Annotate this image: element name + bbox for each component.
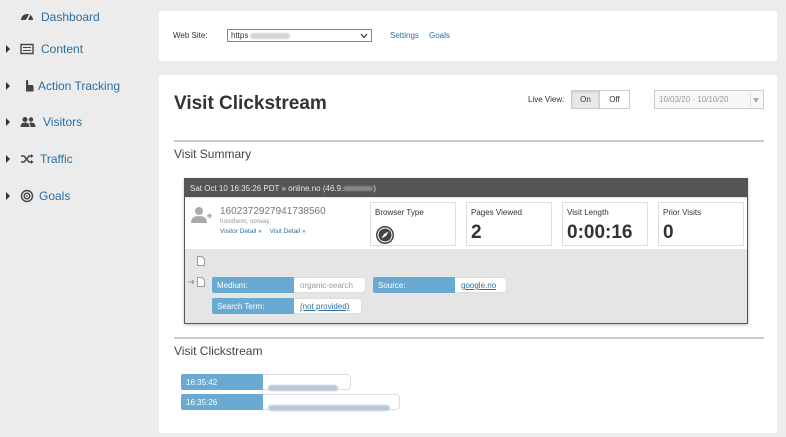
date-range-picker[interactable]: 10/03/20 - 10/10/20	[654, 90, 764, 109]
stat-value: 0:00:16	[567, 222, 633, 243]
website-select[interactable]: https	[227, 29, 372, 42]
sidebar-item-label: Traffic	[40, 152, 73, 166]
source-value-link[interactable]: google.no	[455, 277, 507, 293]
sidebar-item-label: Action Tracking	[38, 79, 121, 93]
sidebar-item-label: Dashboard	[41, 10, 100, 24]
website-value: https	[231, 31, 291, 40]
caret-right-icon	[6, 118, 10, 126]
date-range-value: 10/03/20 - 10/10/20	[659, 95, 729, 104]
users-icon	[20, 117, 36, 127]
chevron-down-icon	[750, 94, 761, 106]
medium-label: Medium:	[212, 277, 294, 293]
settings-link[interactable]: Settings	[390, 31, 419, 40]
caret-right-icon	[6, 82, 10, 90]
caret-right-icon	[6, 155, 10, 163]
website-selector-panel: Web Site: https Settings Goals	[159, 11, 777, 61]
clickstream-page-link[interactable]	[263, 394, 400, 411]
dashboard-icon	[21, 14, 33, 22]
add-user-icon	[191, 207, 212, 223]
session-header: Sat Oct 10 16:35:26 PDT » online.no (46.…	[185, 179, 747, 197]
session-visitor-row: 1602372927941738560 trondheim, norway Vi…	[185, 198, 747, 249]
clickstream-time: 16:35:42	[181, 374, 263, 390]
live-view-label: Live View:	[528, 95, 565, 104]
search-term-value-link[interactable]: (not provided)	[294, 298, 362, 314]
redacted-page-url	[268, 384, 338, 391]
visit-detail-link[interactable]: Visit Detail »	[270, 228, 306, 235]
divider	[174, 337, 764, 339]
website-label: Web Site:	[173, 31, 208, 40]
live-view-on-button[interactable]: On	[571, 90, 600, 109]
stat-label: Visit Length	[567, 208, 609, 217]
visitor-location: trondheim, norway	[220, 219, 270, 225]
visit-clickstream-heading: Visit Clickstream	[174, 344, 263, 358]
medium-value: organic-search	[294, 277, 366, 293]
session-card: Sat Oct 10 16:35:26 PDT » online.no (46.…	[184, 178, 748, 324]
caret-right-icon	[6, 192, 10, 200]
page-title: Visit Clickstream	[174, 93, 327, 114]
sidebar: Dashboard Content Action Tracking Visito…	[0, 0, 155, 437]
sidebar-item-label: Content	[41, 42, 84, 56]
stat-prior-visits: Prior Visits 0	[658, 202, 744, 246]
sidebar-item-label: Visitors	[43, 115, 83, 129]
search-term-label: Search Term:	[212, 298, 294, 314]
live-view-off-button[interactable]: Off	[599, 90, 630, 109]
redacted-page-url	[268, 404, 390, 411]
stat-value: 2	[471, 222, 482, 243]
stat-label: Pages Viewed	[471, 208, 522, 217]
stat-label: Prior Visits	[663, 208, 702, 217]
page-icon	[197, 256, 205, 266]
shuffle-icon	[21, 154, 34, 164]
target-icon	[20, 189, 34, 203]
caret-right-icon	[6, 45, 10, 53]
stat-value: 0	[663, 222, 674, 243]
visit-summary-heading: Visit Summary	[174, 147, 252, 161]
source-label: Source:	[373, 277, 455, 293]
stat-label: Browser Type	[375, 208, 424, 217]
stat-pages-viewed: Pages Viewed 2	[466, 202, 552, 246]
clickstream-time: 16:35:26	[181, 394, 263, 410]
stat-browser-type: Browser Type	[370, 202, 456, 246]
clickstream-page-link[interactable]	[263, 374, 351, 391]
stat-visit-length: Visit Length 0:00:16	[562, 202, 648, 246]
list-icon	[20, 43, 34, 55]
chevron-down-icon	[360, 33, 368, 38]
pointer-hand-icon	[26, 80, 34, 92]
sidebar-item-label: Goals	[39, 189, 71, 203]
visitor-links: Visitor Detail » Visit Detail »	[220, 228, 312, 235]
divider	[174, 140, 764, 142]
safari-compass-icon	[376, 226, 394, 244]
main-panel: Visit Clickstream Live View: On Off 10/0…	[159, 75, 777, 433]
visitor-id: 1602372927941738560	[220, 206, 326, 217]
entry-page-icon	[188, 277, 205, 287]
visitor-detail-link[interactable]: Visitor Detail »	[220, 228, 262, 235]
goals-link[interactable]: Goals	[429, 31, 450, 40]
